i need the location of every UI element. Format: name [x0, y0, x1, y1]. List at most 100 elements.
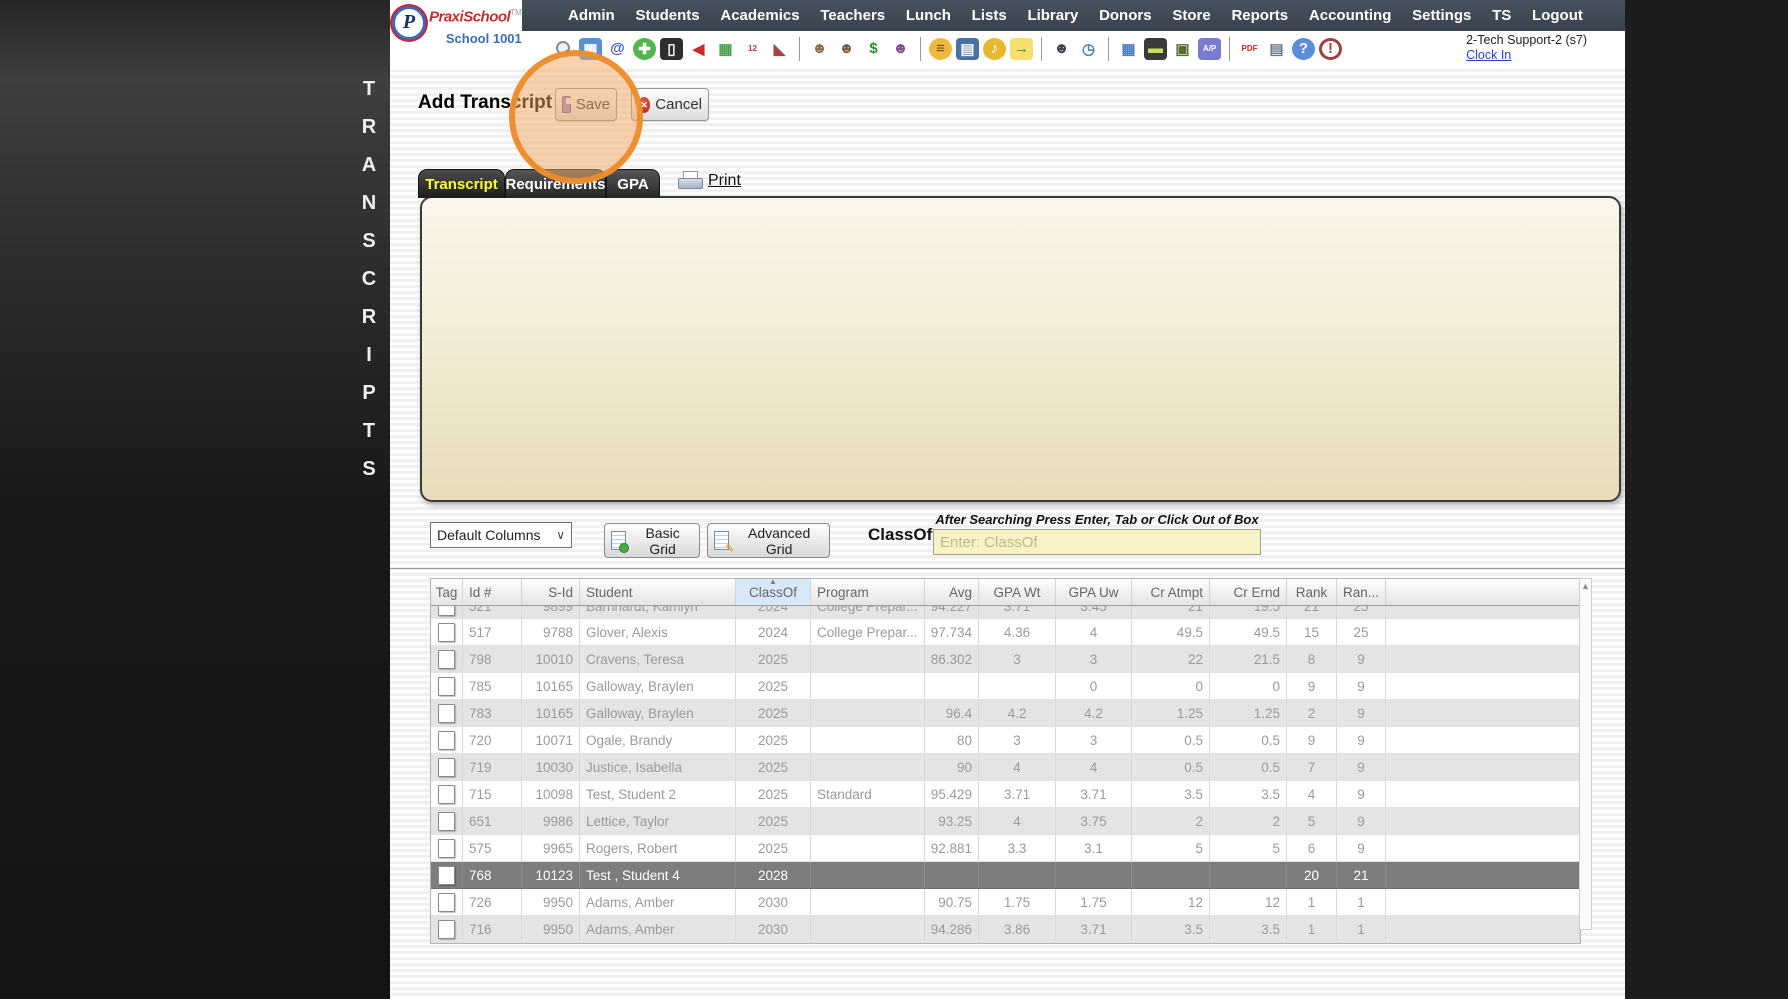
table-cell: 10071	[522, 727, 580, 753]
search-icon[interactable]	[552, 38, 575, 60]
nav-item-settings[interactable]: Settings	[1412, 7, 1471, 24]
cancel-button[interactable]: ✕ Cancel	[631, 88, 709, 121]
cash-register-icon[interactable]: ▣	[1171, 38, 1194, 60]
column-header[interactable]: Student	[580, 579, 736, 605]
row-tag-checkbox[interactable]	[438, 623, 455, 642]
nav-item-students[interactable]: Students	[635, 7, 699, 24]
column-header[interactable]: Cr Atmpt	[1132, 579, 1210, 605]
money-icon[interactable]: $	[862, 38, 885, 60]
row-tag-checkbox[interactable]	[438, 866, 455, 885]
column-header[interactable]: Tag	[431, 579, 463, 605]
table-row[interactable]: 6519986Lettice, Taylor202593.2543.752259	[431, 808, 1580, 835]
bell-icon[interactable]: ♪	[983, 38, 1006, 60]
sound-icon[interactable]: ◀	[687, 38, 710, 60]
nav-item-reports[interactable]: Reports	[1231, 7, 1288, 24]
row-tag-checkbox[interactable]	[438, 920, 455, 939]
column-header[interactable]: Rank	[1287, 579, 1337, 605]
nav-item-lists[interactable]: Lists	[972, 7, 1007, 24]
row-tag-checkbox[interactable]	[438, 650, 455, 669]
alert-icon[interactable]: !	[1319, 38, 1342, 60]
table-row[interactable]: 5759965Rogers, Robert202592.8813.33.1556…	[431, 835, 1580, 862]
nav-item-store[interactable]: Store	[1172, 7, 1210, 24]
row-tag-checkbox[interactable]	[438, 677, 455, 696]
table-row[interactable]: 5219899Barnhardt, Kamlyn2024College Prep…	[431, 606, 1580, 619]
clock-icon[interactable]: ◷	[1077, 38, 1100, 60]
accounts-payable-icon[interactable]: A/P	[1198, 38, 1221, 60]
row-tag-checkbox[interactable]	[438, 606, 455, 616]
column-header[interactable]: GPA Uw	[1056, 579, 1132, 605]
nav-item-library[interactable]: Library	[1027, 7, 1078, 24]
table-row[interactable]: 76810123Test , Student 420282021	[431, 862, 1580, 889]
family-icon[interactable]: ☻	[889, 38, 912, 60]
send-message-icon[interactable]: →	[1010, 38, 1033, 60]
column-header[interactable]: Cr Ernd	[1210, 579, 1287, 605]
help-icon[interactable]: ?	[1292, 38, 1315, 60]
nav-item-teachers[interactable]: Teachers	[820, 7, 885, 24]
table-row[interactable]: 78510165Galloway, Braylen202500099	[431, 673, 1580, 700]
tab-gpa[interactable]: GPA	[606, 169, 660, 198]
table-row[interactable]: 7269950Adams, Amber203090.751.751.751212…	[431, 889, 1580, 916]
column-header[interactable]: S-Id	[522, 579, 580, 605]
staff-icon[interactable]: ☻	[1050, 38, 1073, 60]
table-row[interactable]: 7169950Adams, Amber203094.2863.863.713.5…	[431, 916, 1580, 943]
row-tag-checkbox[interactable]	[438, 812, 455, 831]
mobile-phone-icon[interactable]: ▯	[660, 38, 683, 60]
nav-item-ts[interactable]: TS	[1492, 7, 1511, 24]
nav-item-donors[interactable]: Donors	[1099, 7, 1152, 24]
chat-add-icon[interactable]: ✚	[633, 38, 656, 60]
nav-item-accounting[interactable]: Accounting	[1309, 7, 1392, 24]
scroll-up-icon[interactable]: ▲	[1580, 579, 1591, 593]
schedule-calendar-icon[interactable]: ▦	[579, 38, 602, 60]
nav-item-logout[interactable]: Logout	[1532, 7, 1583, 24]
row-tag-checkbox[interactable]	[438, 704, 455, 723]
classof-search-input[interactable]	[933, 529, 1261, 555]
column-header[interactable]: Avg	[925, 579, 979, 605]
table-cell: 8	[1287, 646, 1337, 672]
table-row[interactable]: 5179788Glover, Alexis2024College Prepar.…	[431, 619, 1580, 646]
calendar-grid-icon[interactable]: ▦	[714, 38, 737, 60]
basic-grid-button[interactable]: Basic Grid	[604, 523, 700, 558]
ledger-table-icon[interactable]: ▦	[1117, 38, 1140, 60]
print-link[interactable]: Print	[678, 171, 741, 191]
table-row[interactable]: 71510098Test, Student 22025Standard95.42…	[431, 781, 1580, 808]
save-button[interactable]: Save	[555, 88, 617, 121]
email-icon[interactable]: @	[606, 38, 629, 60]
tab-requirements[interactable]: Requirements	[505, 169, 606, 198]
add-student-icon[interactable]: ☻	[808, 38, 831, 60]
table-cell: 4.36	[979, 619, 1056, 645]
column-header[interactable]: ClassOf▲	[736, 579, 811, 605]
student-icon[interactable]: ☻	[835, 38, 858, 60]
calendar-date-icon[interactable]: 12	[741, 38, 764, 60]
nav-item-academics[interactable]: Academics	[720, 7, 799, 24]
column-header[interactable]	[1386, 579, 1580, 605]
column-header[interactable]: Id #	[463, 579, 522, 605]
school-name: School 1001	[429, 32, 522, 45]
lunch-icon[interactable]: ≡	[929, 38, 952, 60]
app-logo[interactable]: P PraxiSchoolTM School 1001	[390, 0, 522, 70]
check-card-icon[interactable]: ▬	[1144, 38, 1167, 60]
row-tag-checkbox[interactable]	[438, 758, 455, 777]
table-row[interactable]: 72010071Ogale, Brandy202580330.50.599	[431, 727, 1580, 754]
tab-transcript[interactable]: Transcript	[418, 169, 505, 198]
pdf-icon[interactable]: PDF	[1238, 38, 1261, 60]
table-row[interactable]: 71910030Justice, Isabella202590440.50.57…	[431, 754, 1580, 781]
megaphone-icon[interactable]: ◣	[768, 38, 791, 60]
table-row[interactable]: 79810010Cravens, Teresa202586.302332221.…	[431, 646, 1580, 673]
columns-select[interactable]: Default Columns∨	[430, 522, 572, 548]
column-header[interactable]: GPA Wt	[979, 579, 1056, 605]
print-report-icon[interactable]: ▤	[1265, 38, 1288, 60]
table-scrollbar[interactable]: ▲	[1579, 578, 1592, 930]
row-tag-checkbox[interactable]	[438, 839, 455, 858]
nav-item-lunch[interactable]: Lunch	[906, 7, 951, 24]
advanced-grid-button[interactable]: ✎ Advanced Grid	[707, 523, 830, 558]
table-cell: 5	[1287, 808, 1337, 834]
nav-item-admin[interactable]: Admin	[568, 7, 615, 24]
column-header[interactable]: Ran...	[1337, 579, 1386, 605]
library-icon[interactable]: ▤	[956, 38, 979, 60]
row-tag-checkbox[interactable]	[438, 731, 455, 750]
row-tag-checkbox[interactable]	[438, 893, 455, 912]
column-header[interactable]: Program	[811, 579, 925, 605]
clock-in-link[interactable]: Clock In	[1466, 48, 1511, 62]
table-row[interactable]: 78310165Galloway, Braylen202596.44.24.21…	[431, 700, 1580, 727]
row-tag-checkbox[interactable]	[438, 785, 455, 804]
